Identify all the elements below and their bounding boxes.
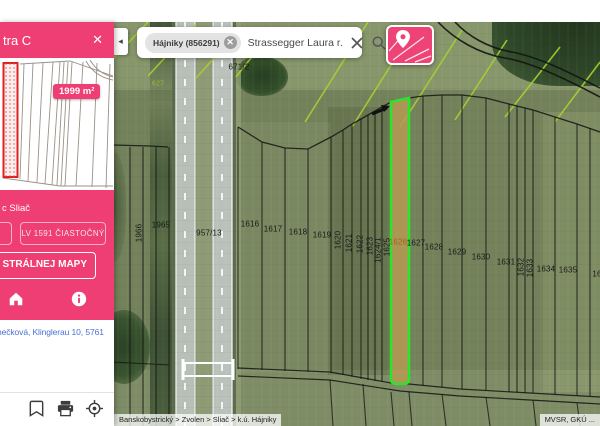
cadastral-map-button[interactable]: STRÁLNEJ MAPY [0, 252, 96, 279]
parcel-label-1632: 1632 [517, 258, 526, 277]
parcel-label-1621: 1621 [345, 234, 354, 253]
parcel-label-1633: 1633 [526, 259, 535, 278]
parcel-label-1965: 1965 [152, 221, 171, 230]
breadcrumb[interactable]: Banskobystrický > Zvolen > Sliač > k.ú. … [114, 414, 281, 426]
parcel-label-1966: 1966 [135, 224, 144, 243]
locate-icon[interactable] [85, 399, 104, 418]
panel-header: tra C ✕ [0, 22, 114, 58]
lv-partial-button[interactable]: LV 1591 ČIASTOČNÝ [20, 222, 106, 245]
panel-icon-row [0, 286, 114, 312]
map-arrow-symbol [372, 105, 390, 114]
parcel-label-1629: 1629 [448, 248, 467, 257]
search-bar[interactable]: Hájniky (856291) ✕ Strassegger Laura r. [137, 27, 362, 58]
parcel-label-1624-1: 1624/1 [374, 237, 383, 263]
municipality-label: c Sliač [2, 203, 30, 214]
parcel-label-1617: 1617 [264, 225, 283, 234]
print-icon[interactable] [56, 399, 75, 418]
bookmark-icon[interactable] [27, 399, 46, 418]
parcel-label-1618: 1618 [289, 228, 308, 237]
parcel-label-671-2: 671/2 [228, 63, 249, 72]
home-icon[interactable] [7, 290, 25, 308]
parcel-label-1620: 1620 [334, 231, 343, 250]
parcel-label-1622: 1622 [356, 235, 365, 254]
parcel-label-627: 627 [152, 81, 164, 88]
parcel-label-1626: 1626 [389, 238, 408, 247]
chip-remove-icon[interactable]: ✕ [224, 36, 237, 49]
lv-button-truncated[interactable] [0, 222, 12, 245]
area-badge: 1999 m² [53, 84, 100, 99]
clear-search-icon[interactable] [349, 35, 365, 51]
top-strip [0, 0, 600, 22]
parcel-label-16: 16 [592, 270, 600, 279]
parcel-preview-map: 1999 m² [0, 58, 113, 190]
search-query-input[interactable]: Strassegger Laura r. [248, 37, 343, 49]
search-chip-label: Hájniky (856291) [153, 38, 220, 48]
detail-panel: tra C ✕ [0, 22, 114, 426]
bridge-symbol [183, 359, 233, 380]
owner-link[interactable]: nečková, Klinglerau 10, 5761 [0, 327, 114, 337]
parcel-label-1631: 1631 [497, 258, 516, 267]
search-chip: Hájniky (856291) ✕ [145, 33, 241, 53]
panel-title: tra C [3, 33, 31, 48]
parcel-label-1628: 1628 [425, 243, 444, 252]
app-window: 671/262719661965957/13161616171618161916… [0, 0, 600, 426]
map-attribution: MVSR, GKÚ ... [540, 414, 600, 426]
search-icon[interactable] [371, 35, 387, 51]
map-pin-icon [388, 27, 432, 63]
parcel-label-1619: 1619 [313, 231, 332, 240]
panel-collapse-button[interactable]: ◂ [113, 28, 128, 55]
parcel-label-1634: 1634 [537, 265, 556, 274]
show-on-map-button[interactable] [386, 25, 434, 65]
parcel-label-1630: 1630 [472, 253, 491, 262]
parcel-info-section: c Sliač LV 1591 ČIASTOČNÝ STRÁLNEJ MAPY [0, 190, 114, 320]
parcel-label-957-13: 957/13 [196, 229, 222, 238]
parcel-label-1627: 1627 [407, 239, 426, 248]
panel-footer [0, 398, 114, 422]
close-icon[interactable]: ✕ [92, 32, 103, 48]
parcel-label-1635: 1635 [559, 266, 578, 275]
panel-divider [0, 392, 114, 393]
info-icon[interactable] [70, 290, 88, 308]
parcel-label-1616: 1616 [241, 220, 260, 229]
